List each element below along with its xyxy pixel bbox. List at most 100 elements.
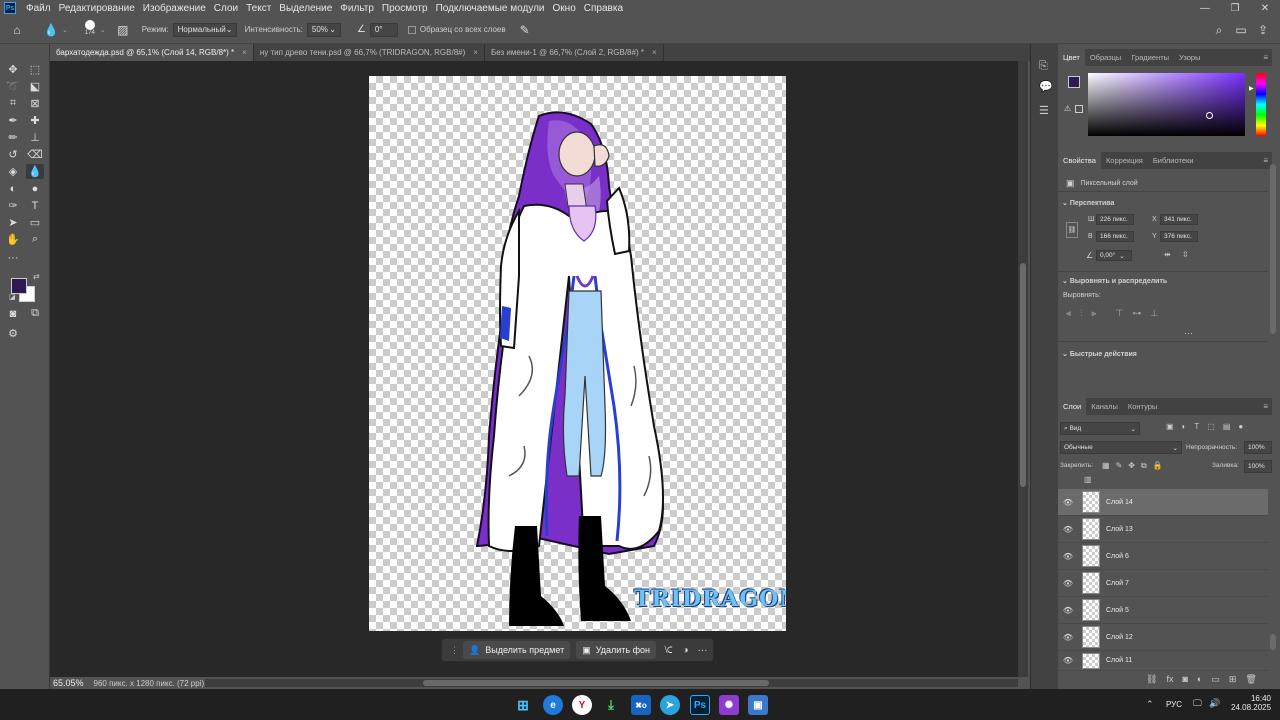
panel-menu-icon[interactable]: ≡ xyxy=(1263,156,1268,165)
more-tools-icon[interactable]: ··· xyxy=(4,250,22,265)
filter-smart-object-icon[interactable]: ▤ xyxy=(1223,422,1231,431)
vertical-scrollbar-thumb[interactable] xyxy=(1020,263,1026,487)
width-input[interactable]: 226 пикс. xyxy=(1096,214,1134,225)
horizontal-scrollbar[interactable] xyxy=(205,679,1018,687)
rectangle-tool-icon[interactable]: ▭ xyxy=(26,215,44,230)
remove-background-button[interactable]: ▣ Удалить фон xyxy=(576,641,656,659)
vertical-scrollbar[interactable] xyxy=(1018,61,1028,677)
align-bottom-icon[interactable]: ⊥ xyxy=(1150,308,1158,319)
tab-paths[interactable]: Контуры xyxy=(1123,398,1162,415)
close-tab-icon[interactable]: × xyxy=(242,48,247,57)
color-picker-cursor[interactable] xyxy=(1206,112,1213,119)
clock[interactable]: 16:40 24.08.2025 xyxy=(1231,694,1271,712)
filter-type-icon[interactable]: T xyxy=(1194,422,1199,431)
photoshop-taskbar-icon[interactable]: Ps xyxy=(690,695,710,715)
object-select-tool-icon[interactable]: ⬕ xyxy=(26,79,44,94)
tab-patterns[interactable]: Узоры xyxy=(1174,49,1205,66)
close-tab-icon[interactable]: × xyxy=(652,48,657,57)
visibility-eye-icon[interactable]: 👁 xyxy=(1058,633,1078,642)
brush-preset-picker[interactable]: 174 xyxy=(82,18,98,42)
blur-tool-icon-selected[interactable]: 💧 xyxy=(26,164,44,179)
menu-help[interactable]: Справка xyxy=(580,3,627,14)
history-brush-tool-icon[interactable]: ↺ xyxy=(4,147,22,162)
properties-scrollbar-thumb[interactable] xyxy=(1270,164,1276,334)
blur-tool-icon[interactable]: 💧 xyxy=(40,19,62,41)
tool-preset-chevron-icon[interactable]: ⌄ xyxy=(62,26,68,34)
brush-tool-icon[interactable]: ✏ xyxy=(4,130,22,145)
crop-tool-icon[interactable]: ⌗ xyxy=(4,96,22,111)
y-input[interactable]: 376 пикс. xyxy=(1160,231,1198,242)
align-center-h-icon[interactable]: ⫶ xyxy=(1080,308,1082,319)
angle-input[interactable]: 0° xyxy=(369,22,398,37)
game-app-icon[interactable]: ✺ xyxy=(719,695,739,715)
swap-colors-icon[interactable]: ⇄ xyxy=(33,272,40,281)
tab-document-1[interactable]: бархатодежда.psd @ 65,1% (Слой 14, RGB/8… xyxy=(50,44,254,61)
share-icon[interactable]: ⇪ xyxy=(1252,19,1274,41)
layer-row[interactable]: 👁 Слой 14 xyxy=(1058,489,1268,516)
lock-all-icon[interactable]: 🔒 xyxy=(1153,461,1163,471)
brush-settings-icon[interactable]: ▨ xyxy=(112,19,134,41)
menu-view[interactable]: Просмотр xyxy=(378,3,432,14)
clone-stamp-tool-icon[interactable]: ⊥ xyxy=(26,130,44,145)
hue-slider[interactable] xyxy=(1256,73,1266,136)
visibility-eye-icon[interactable]: 👁 xyxy=(1058,606,1078,615)
default-colors-icon[interactable]: ◪ xyxy=(9,293,16,301)
zoom-level[interactable]: 65.05% xyxy=(53,678,84,688)
tab-color[interactable]: Цвет xyxy=(1058,49,1085,66)
language-indicator[interactable]: РУС xyxy=(1166,700,1182,709)
layer-row[interactable]: 👁 Слой 11 xyxy=(1058,651,1268,671)
new-adjustment-layer-icon[interactable]: ◐ xyxy=(1197,674,1202,685)
sample-all-layers-checkbox[interactable] xyxy=(407,25,416,34)
tab-adjustments[interactable]: Коррекция xyxy=(1101,152,1148,169)
telegram-icon[interactable]: ➤ xyxy=(660,695,680,715)
align-top-icon[interactable]: ⊤ xyxy=(1115,308,1123,319)
image-viewer-icon[interactable]: ▣ xyxy=(748,695,768,715)
tab-document-3[interactable]: Без имени-1 @ 66,7% (Слой 2, RGB/8#) * × xyxy=(485,44,664,61)
layers-scrollbar-thumb[interactable] xyxy=(1270,634,1276,650)
height-input[interactable]: 166 пикс. xyxy=(1096,231,1134,242)
visibility-eye-icon[interactable]: 👁 xyxy=(1058,525,1078,534)
delete-layer-icon[interactable]: 🗑 xyxy=(1245,674,1256,685)
marquee-tool-icon[interactable]: ⬚ xyxy=(26,62,44,77)
lock-transparency-icon[interactable]: ▦ xyxy=(1102,461,1110,471)
add-mask-icon[interactable]: ◙ xyxy=(1182,674,1187,685)
opacity-input[interactable]: 100% xyxy=(1244,441,1272,454)
close-window-button[interactable]: ✕ xyxy=(1250,0,1280,16)
lasso-tool-icon[interactable]: ➰ xyxy=(4,79,22,94)
menu-image[interactable]: Изображение xyxy=(139,3,210,14)
edge-browser-icon[interactable]: e xyxy=(543,695,563,715)
search-icon[interactable]: ⌕ xyxy=(1208,19,1230,41)
visibility-eye-icon[interactable]: 👁 xyxy=(1058,552,1078,561)
healing-brush-tool-icon[interactable]: ✚ xyxy=(26,113,44,128)
menu-edit[interactable]: Редактирование xyxy=(55,3,139,14)
tab-properties[interactable]: Свойства xyxy=(1058,152,1101,169)
screen-mode-icon[interactable]: ⧉ xyxy=(26,306,44,321)
eyedropper-tool-icon[interactable]: ✒ xyxy=(4,113,22,128)
close-tab-icon[interactable]: × xyxy=(473,48,478,57)
lock-artboard-icon[interactable]: ⧉ xyxy=(1141,461,1147,471)
hand-tool-icon[interactable]: ✋ xyxy=(4,232,22,247)
document-canvas[interactable]: TRIDRAGON xyxy=(369,76,786,631)
move-tool-icon[interactable]: ✥ xyxy=(4,62,22,77)
download-manager-icon[interactable]: ⤓ xyxy=(601,695,621,715)
comments-panel-icon[interactable]: 💬 xyxy=(1039,80,1053,93)
app-xo-icon[interactable]: ✖o xyxy=(631,695,651,715)
brush-chevron-icon[interactable]: ⌄ xyxy=(100,26,106,34)
tab-channels[interactable]: Каналы xyxy=(1086,398,1123,415)
filter-shape-icon[interactable]: ⬚ xyxy=(1207,422,1215,431)
visibility-eye-icon[interactable]: 👁 xyxy=(1058,498,1078,507)
drag-handle-icon[interactable]: ⋮ xyxy=(450,645,459,656)
flip-horizontal-icon[interactable]: ⇹ xyxy=(1164,250,1171,259)
tab-libraries[interactable]: Библиотеки xyxy=(1148,152,1199,169)
path-selection-tool-icon[interactable]: ➤ xyxy=(4,215,22,230)
yandex-browser-icon[interactable]: Y xyxy=(572,695,592,715)
align-left-icon[interactable]: ⫷ xyxy=(1066,308,1071,319)
panel-menu-icon[interactable]: ≡ xyxy=(1263,402,1268,411)
edit-toolbar-icon[interactable]: ⚙ xyxy=(4,326,22,341)
layer-filter-select[interactable]: ⌕ Вид ⌄ xyxy=(1060,422,1140,435)
align-right-icon[interactable]: ⫸ xyxy=(1091,308,1096,319)
menu-plugins[interactable]: Подключаемые модули xyxy=(432,3,549,14)
windows-start-icon[interactable]: ⊞ xyxy=(513,695,533,715)
adjustments-panel-icon[interactable]: ☰ xyxy=(1039,104,1049,117)
layer-style-icon[interactable]: fx xyxy=(1166,674,1173,685)
